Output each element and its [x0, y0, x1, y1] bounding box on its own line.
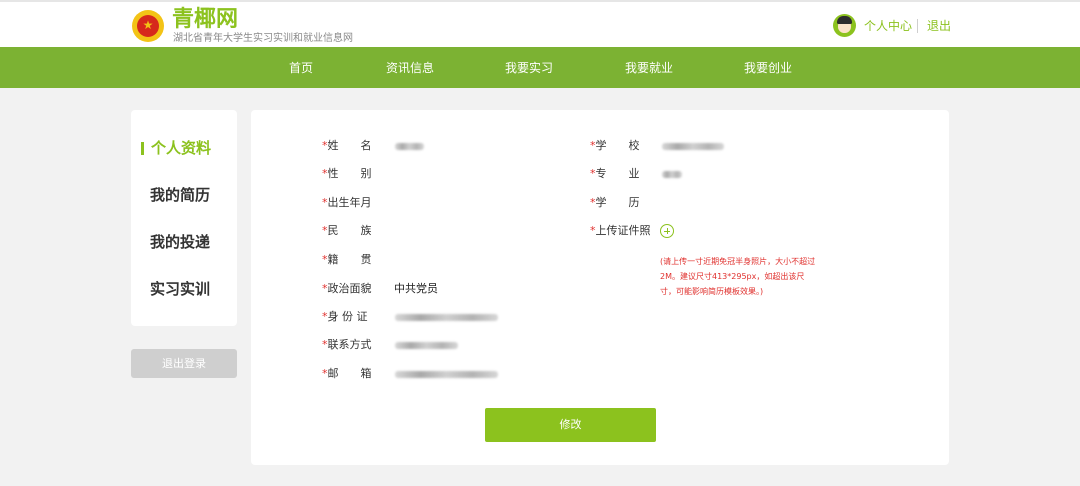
top-bar: ★ 青椰网 湖北省青年大学生实习实训和就业信息网 个人中心 退出 [0, 0, 1080, 47]
id-card-label: *身 份 证 [322, 310, 368, 323]
photo-upload-label: *上传证件照 [590, 224, 651, 237]
brand-name[interactable]: 青椰网 [172, 7, 238, 33]
sidebar-item-resume[interactable]: 我的简历 [131, 183, 237, 207]
phone-value-redacted[interactable] [395, 342, 458, 349]
emblem-center: ★ [137, 15, 159, 37]
sidebar-item-profile[interactable]: 个人资料 [131, 136, 237, 160]
nav-item-home[interactable]: 首页 [289, 60, 313, 76]
plus-circle-icon[interactable] [660, 224, 674, 238]
education-label: *学 历 [590, 196, 640, 209]
sidebar-item-label: 我的投递 [150, 233, 211, 251]
header-divider [917, 19, 918, 33]
major-value-redacted[interactable] [662, 171, 682, 178]
main-nav: 首页 资讯信息 我要实习 我要就业 我要创业 [0, 47, 1080, 88]
active-indicator [141, 142, 144, 155]
sidebar-item-label: 个人资料 [151, 139, 212, 157]
nav-item-news[interactable]: 资讯信息 [386, 60, 434, 76]
political-status-value[interactable]: 中共党员 [394, 282, 438, 296]
brand-subtitle: 湖北省青年大学生实习实训和就业信息网 [173, 33, 353, 44]
school-value-redacted[interactable] [662, 143, 724, 150]
school-label: *学 校 [590, 139, 640, 152]
hometown-label: *籍 贯 [322, 253, 372, 266]
phone-label: *联系方式 [322, 338, 372, 351]
logout-link[interactable]: 退出 [927, 18, 951, 34]
name-label: *姓 名 [322, 139, 372, 152]
sidebar-item-applications[interactable]: 我的投递 [131, 230, 237, 254]
nav-item-startup[interactable]: 我要创业 [744, 60, 792, 76]
email-label: *邮 箱 [322, 367, 372, 380]
sidebar-item-training[interactable]: 实习实训 [131, 277, 237, 301]
user-center-link[interactable]: 个人中心 [864, 18, 912, 34]
major-label: *专 业 [590, 167, 640, 180]
birthdate-label: *出生年月 [322, 196, 372, 209]
nav-item-employment[interactable]: 我要就业 [625, 60, 673, 76]
star-icon: ★ [142, 18, 154, 32]
logo-emblem-icon[interactable]: ★ [132, 10, 164, 42]
political-status-label: *政治面貌 [322, 282, 372, 295]
gender-label: *性 别 [322, 167, 372, 180]
logout-button[interactable]: 退出登录 [131, 349, 237, 378]
avatar-hair [837, 16, 852, 24]
sidebar-item-label: 我的简历 [150, 186, 211, 204]
id-card-value-redacted[interactable] [395, 314, 498, 321]
photo-upload-note: (请上传一寸近期免冠半身照片，大小不超过2M。建议尺寸413*295px，如超出… [660, 257, 816, 296]
nav-item-internship[interactable]: 我要实习 [505, 60, 553, 76]
email-value-redacted[interactable] [395, 371, 498, 378]
sidebar-menu: 个人资料 我的简历 我的投递 实习实训 [131, 110, 237, 326]
ethnicity-label: *民 族 [322, 224, 372, 237]
user-avatar-icon[interactable] [833, 14, 856, 37]
edit-submit-button[interactable]: 修改 [485, 408, 656, 442]
name-value-redacted[interactable] [395, 143, 424, 150]
sidebar-item-label: 实习实训 [150, 280, 211, 298]
